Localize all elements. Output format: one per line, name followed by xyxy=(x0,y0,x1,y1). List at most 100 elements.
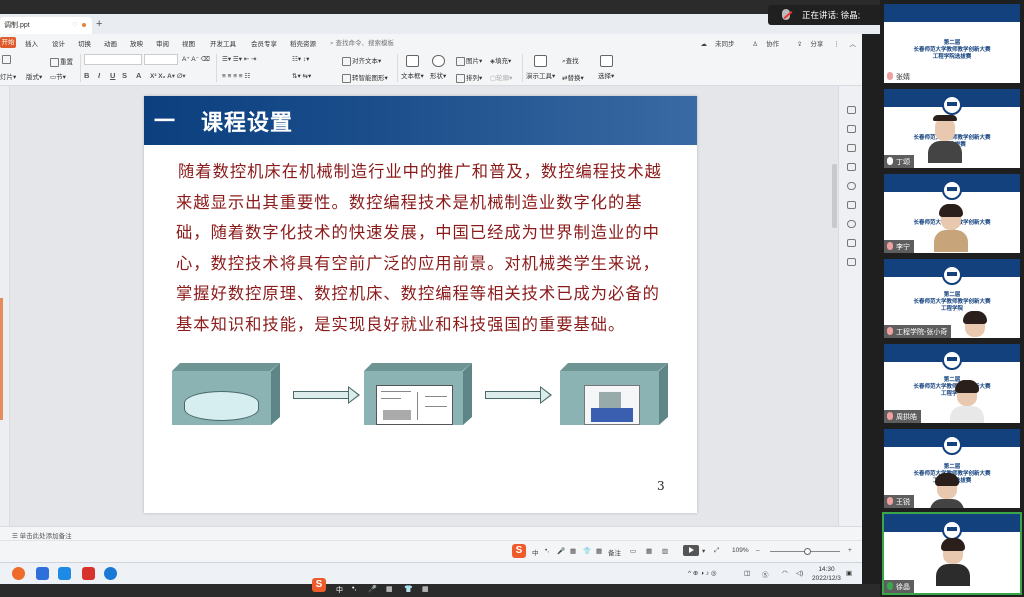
slide-body-text[interactable]: 随着数控机床在机械制造行业中的推广和普及，数控编程技术越来越显示出其重要性。数控… xyxy=(176,157,668,340)
tab-member[interactable]: 会员专享 xyxy=(251,38,277,48)
ime-punctuation[interactable]: •, xyxy=(545,547,549,554)
adjust-icon[interactable] xyxy=(847,125,856,133)
section-tool[interactable]: ▭节▾ xyxy=(50,71,66,81)
tab-animation[interactable]: 动画 xyxy=(104,38,117,48)
clock[interactable]: 14:30 2022/12/3 xyxy=(812,565,841,583)
bold-button[interactable]: B xyxy=(84,71,89,80)
play-slideshow-button[interactable] xyxy=(683,545,699,556)
align-text-tool[interactable]: 对齐文本▾ xyxy=(342,55,381,66)
presentation-tools[interactable]: 演示工具▾ xyxy=(526,55,555,80)
participant-tile[interactable]: 长春师范大学教师教学创新大赛 学院选拔赛 丁颂 xyxy=(884,89,1020,168)
ime-char[interactable]: 中 xyxy=(532,547,539,557)
sogou-ime-icon[interactable]: S xyxy=(512,544,526,558)
tab-docer[interactable]: 稻壳资源 xyxy=(290,38,316,48)
find-tool[interactable]: ⌕查找 xyxy=(562,55,579,66)
ime-char[interactable]: 中 xyxy=(336,585,343,595)
reset-button[interactable] xyxy=(2,55,12,64)
sorter-view-icon[interactable]: ▦ xyxy=(646,547,652,555)
fit-icon[interactable]: ⤢ xyxy=(714,547,719,555)
participant-tile[interactable]: 第二届 长春师范大学教师教学创新大赛 工程学院 工程学院-张小奇 xyxy=(884,259,1020,338)
zoom-out-icon[interactable]: – xyxy=(756,547,760,554)
tab-insert[interactable]: 插入 xyxy=(25,38,38,48)
outline-tool[interactable]: ▢轮廓▾ xyxy=(490,72,512,82)
help-icon[interactable] xyxy=(847,182,856,190)
volume-icon[interactable]: ◁) xyxy=(796,569,803,577)
tab-transition[interactable]: 切换 xyxy=(78,38,91,48)
tab-design[interactable]: 设计 xyxy=(52,38,65,48)
font-size-select[interactable] xyxy=(144,54,178,65)
participant-tile[interactable]: 第二届 长春师范大学教师教学创新大赛 工程学院选拔赛 王锐 xyxy=(884,429,1020,508)
participant-tile[interactable]: 第二届 长春师范大学教师教学创新大赛 工程学院 周拱皓 xyxy=(884,344,1020,423)
app-cloud-icon[interactable] xyxy=(58,567,71,580)
wps-icon[interactable] xyxy=(82,567,95,580)
normal-view-icon[interactable]: ▭ xyxy=(630,547,636,555)
command-search[interactable]: ⌕ 查找命令、搜索模板 xyxy=(330,37,394,48)
align-buttons[interactable]: ≡ ≡ ≡ ≡ ☷ xyxy=(222,72,250,80)
meeting-icon[interactable] xyxy=(104,567,117,580)
ime-toolbox[interactable]: ▦ xyxy=(422,585,429,593)
favorite-icon[interactable]: ♡ xyxy=(72,21,78,29)
strike-button[interactable]: S xyxy=(122,71,127,80)
new-tab-icon[interactable]: + xyxy=(96,18,102,30)
text-effect-buttons[interactable]: X² X₂ A▾ ∅▾ xyxy=(150,72,186,80)
arrange-tool[interactable]: 排列▾ xyxy=(456,72,482,83)
cube-icon[interactable] xyxy=(847,258,856,266)
tab-developer[interactable]: 开发工具 xyxy=(210,38,236,48)
select-tool[interactable]: 选择▾ xyxy=(598,55,614,80)
shape-tool[interactable]: 形状▾ xyxy=(430,55,446,80)
picture-tool[interactable]: 图片▾ xyxy=(456,55,482,66)
italic-button[interactable]: I xyxy=(98,71,100,80)
direction-buttons[interactable]: ⇅▾ ⇆▾ xyxy=(292,72,311,80)
notification-icon[interactable]: ▣ xyxy=(846,569,852,577)
current-slide-tool[interactable]: 灯片▾ xyxy=(0,71,16,81)
play-dropdown-icon[interactable]: ▾ xyxy=(702,547,705,555)
zoom-slider-knob[interactable] xyxy=(804,548,811,555)
network-icon[interactable]: ◫ xyxy=(744,569,750,577)
slide-title[interactable]: 课程设置 xyxy=(201,105,293,137)
ime-keyboard[interactable]: ▦ xyxy=(386,585,393,593)
tab-start[interactable]: 开始 xyxy=(0,37,16,48)
replace-tool[interactable]: ⇄替换▾ xyxy=(562,72,584,82)
collab-button[interactable]: ♙ 协作 xyxy=(744,41,779,48)
ime-toolbox[interactable]: ▦ xyxy=(596,547,602,555)
app-blue-icon[interactable] xyxy=(36,567,49,580)
wifi-icon[interactable]: ◠ xyxy=(782,569,788,577)
sogou-ime-icon[interactable]: S xyxy=(312,578,326,592)
more-icon[interactable]: ⋮ xyxy=(833,41,840,48)
notes-toggle[interactable]: 备注 xyxy=(608,547,621,557)
vertical-scrollbar[interactable] xyxy=(832,164,837,228)
layout-tool[interactable]: 版式▾ xyxy=(26,71,42,81)
system-tray-icons[interactable]: ^ ⊕ ◑ ♪ ◎ xyxy=(688,569,717,577)
zoom-in-icon[interactable]: + xyxy=(848,547,852,554)
tab-view[interactable]: 视图 xyxy=(182,38,195,48)
ime-skin[interactable]: 👕 xyxy=(404,585,413,593)
slide-canvas[interactable]: 一 课程设置 随着数控机床在机械制造行业中的推广和普及，数控编程技术越来越显示出… xyxy=(144,96,697,513)
font-name-select[interactable] xyxy=(84,54,142,65)
fill-tool[interactable]: ◈填充▾ xyxy=(490,55,511,65)
font-grow-shrink[interactable]: A⁺ A⁻ ⌫ xyxy=(182,55,210,63)
sync-button[interactable]: ☁ 未同步 xyxy=(692,41,734,48)
reading-view-icon[interactable]: ▥ xyxy=(662,547,668,555)
zoom-level[interactable]: 109% xyxy=(732,547,749,554)
thumbnail-pane[interactable] xyxy=(0,86,10,526)
location-icon[interactable] xyxy=(847,220,856,228)
tab-review[interactable]: 审阅 xyxy=(156,38,169,48)
collapse-ribbon-icon[interactable]: ︿ xyxy=(850,41,857,48)
participant-tile-active-speaker[interactable]: 徐晶 xyxy=(882,512,1022,595)
reset-tool[interactable]: 重置 xyxy=(50,56,73,67)
object-icon[interactable] xyxy=(847,106,856,114)
smartart-tool[interactable]: 转智能图形▾ xyxy=(342,72,388,83)
ime-keyboard[interactable]: ▦ xyxy=(570,547,576,555)
list-buttons[interactable]: ☰▾ ☰▾ ⇤ ⇥ xyxy=(222,55,257,63)
participant-tile[interactable]: 长春师范大学教师教学创新大赛 赛 李宁 xyxy=(884,174,1020,253)
ime-voice[interactable]: 🎤 xyxy=(557,547,565,555)
ime-skin[interactable]: 👕 xyxy=(583,547,591,555)
font-color-button[interactable]: A xyxy=(136,71,141,80)
copy-icon[interactable] xyxy=(847,163,856,171)
notes-pane[interactable]: ☰ 单击此处添加备注 xyxy=(0,526,862,540)
share-pane-icon[interactable] xyxy=(847,201,856,209)
tab-slideshow[interactable]: 放映 xyxy=(130,38,143,48)
document-tab[interactable]: 调制.ppt ♡ xyxy=(0,17,92,34)
ime-voice[interactable]: 🎤 xyxy=(368,585,377,593)
participant-tile[interactable]: 第二届 长春师范大学教师教学创新大赛 工程学院选拔赛 张婧 xyxy=(884,4,1020,83)
